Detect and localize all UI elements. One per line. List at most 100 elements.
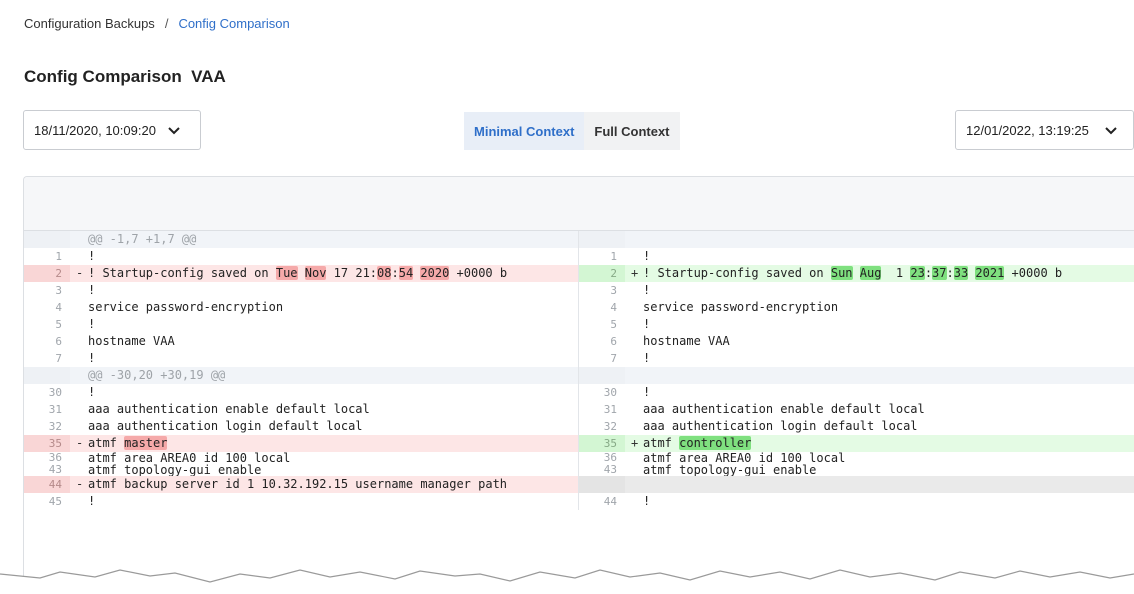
- line-number: 7: [55, 352, 62, 365]
- line-number: 36: [603, 451, 617, 464]
- left-pane-line: 7!: [24, 350, 579, 367]
- code-text: atmf backup server id 1 10.32.192.15 use…: [88, 477, 508, 491]
- code-token: 1: [881, 266, 911, 280]
- diff-viewer: @@ -1,7 +1,7 @@ 1! 1! 2-! Startup-config sa…: [23, 176, 1134, 576]
- diff-marker: [625, 367, 643, 384]
- line-number: 6: [55, 335, 62, 348]
- diff-line: 7! 7!: [24, 350, 1134, 367]
- right-version-value: 12/01/2022, 13:19:25: [966, 122, 1089, 138]
- code-text: !: [88, 317, 96, 331]
- line-number: 4: [610, 301, 617, 314]
- diff-marker: [70, 401, 88, 418]
- diff-line: 35- atmf master 35 + atmf controller: [24, 435, 1134, 452]
- code-text: hostname VAA: [88, 334, 175, 348]
- code-text: ! Startup-config saved on Sun Aug 1 23:3…: [643, 265, 1134, 282]
- diff-body: @@ -1,7 +1,7 @@ 1! 1! 2-! Startup-config sa…: [24, 231, 1134, 510]
- line-number: [579, 231, 625, 248]
- changed-token: master: [124, 436, 168, 450]
- context-toggle: Minimal Context Full Context: [464, 112, 680, 150]
- changed-token: controller: [679, 436, 752, 450]
- code-text: atmf topology-gui enable: [643, 464, 817, 476]
- line-number: 31: [603, 403, 617, 416]
- changed-token: 37: [932, 266, 947, 280]
- code-text: aaa authentication enable default local: [88, 402, 370, 416]
- line-number: 3: [55, 284, 62, 297]
- left-version-value: 18/11/2020, 10:09:20: [34, 122, 156, 138]
- code-text: !: [88, 351, 96, 365]
- code-text: !: [88, 283, 96, 297]
- code-token: :: [946, 266, 954, 280]
- diff-marker: [70, 299, 88, 316]
- left-pane-line: 6 hostname VAA: [24, 333, 579, 350]
- minimal-context-tab[interactable]: Minimal Context: [464, 112, 585, 150]
- left-pane-line: 3!: [24, 282, 579, 299]
- line-number: 6: [610, 335, 617, 348]
- diff-marker: +: [631, 436, 639, 450]
- code-text: !: [88, 249, 96, 263]
- code-text: atmf master: [88, 435, 578, 452]
- diff-line: 32 aaa authentication login default local…: [24, 418, 1134, 435]
- changed-token: 23: [910, 266, 925, 280]
- left-pane-line: 32 aaa authentication login default local: [24, 418, 579, 435]
- left-pane-line: 4 service password-encryption: [24, 299, 579, 316]
- diff-line: 36 atmf area AREA0 id 100 local 36 atmf are…: [24, 452, 1134, 464]
- code-text: aaa authentication login default local: [643, 419, 918, 433]
- line-number: 36: [48, 451, 62, 464]
- breadcrumb-current: Config Comparison: [178, 16, 290, 31]
- diff-marker: [625, 418, 643, 435]
- line-number: [24, 231, 70, 248]
- changed-token: 33: [953, 266, 969, 280]
- code-token: atmf: [88, 436, 125, 450]
- code-text: atmf area AREA0 id 100 local: [88, 452, 291, 464]
- line-number: 2: [24, 265, 70, 282]
- line-number: 30: [603, 386, 617, 399]
- diff-marker: -: [76, 436, 84, 450]
- changed-token: Tue: [275, 266, 298, 280]
- diff-marker: [625, 299, 643, 316]
- right-pane-line: 2 + ! Startup-config saved on Sun Aug 1 23…: [579, 265, 1134, 282]
- code-token: atmf: [643, 436, 680, 450]
- code-token: :: [391, 266, 399, 280]
- diff-marker: [625, 464, 643, 476]
- code-token: :: [924, 266, 933, 280]
- right-pane-line: 31 aaa authentication enable default loca…: [579, 401, 1134, 418]
- breadcrumb-parent-link[interactable]: Configuration Backups: [24, 16, 155, 31]
- diff-marker: [70, 350, 88, 367]
- diff-line: 5! 5!: [24, 316, 1134, 333]
- diff-marker: +: [631, 266, 639, 280]
- right-pane-line: 1!: [579, 248, 1134, 265]
- diff-marker: [625, 476, 643, 493]
- right-pane-line: 4 service password-encryption: [579, 299, 1134, 316]
- left-version-select[interactable]: 18/11/2020, 10:09:20: [23, 110, 201, 150]
- left-pane-line: 44- atmf backup server id 1 10.32.192.15 …: [24, 476, 579, 493]
- left-pane-line: 1!: [24, 248, 579, 265]
- diff-marker: [625, 384, 643, 401]
- diff-marker: [625, 493, 643, 510]
- page-title: Config Comparison VAA: [24, 67, 226, 86]
- diff-line: 31 aaa authentication enable default loca…: [24, 401, 1134, 418]
- code-text: aaa authentication enable default local: [643, 402, 925, 416]
- changed-token: 08: [377, 266, 392, 280]
- diff-line: 43 atmf topology-gui enable 43 atmf topolog…: [24, 464, 1134, 476]
- code-text: @@ -1,7 +1,7 @@: [88, 232, 197, 246]
- right-version-select[interactable]: 12/01/2022, 13:19:25: [955, 110, 1134, 150]
- diff-marker: [70, 367, 88, 384]
- left-pane-line: @@ -30,20 +30,19 @@: [24, 367, 579, 384]
- code-text: service password-encryption: [88, 300, 284, 314]
- right-pane-line: 44!: [579, 493, 1134, 510]
- left-pane-line: 36 atmf area AREA0 id 100 local: [24, 452, 579, 464]
- left-pane-line: @@ -1,7 +1,7 @@: [24, 231, 579, 248]
- code-text: !: [643, 317, 651, 331]
- line-number: 1: [610, 250, 617, 263]
- code-token: 17 21:: [326, 266, 378, 280]
- chevron-down-icon: [1105, 127, 1117, 135]
- full-context-tab[interactable]: Full Context: [584, 112, 680, 150]
- diff-header: [24, 177, 1134, 231]
- left-pane-line: 31 aaa authentication enable default loca…: [24, 401, 579, 418]
- diff-marker: [625, 248, 643, 265]
- line-number: 32: [48, 420, 62, 433]
- diff-marker: [70, 464, 88, 476]
- line-number: 32: [603, 420, 617, 433]
